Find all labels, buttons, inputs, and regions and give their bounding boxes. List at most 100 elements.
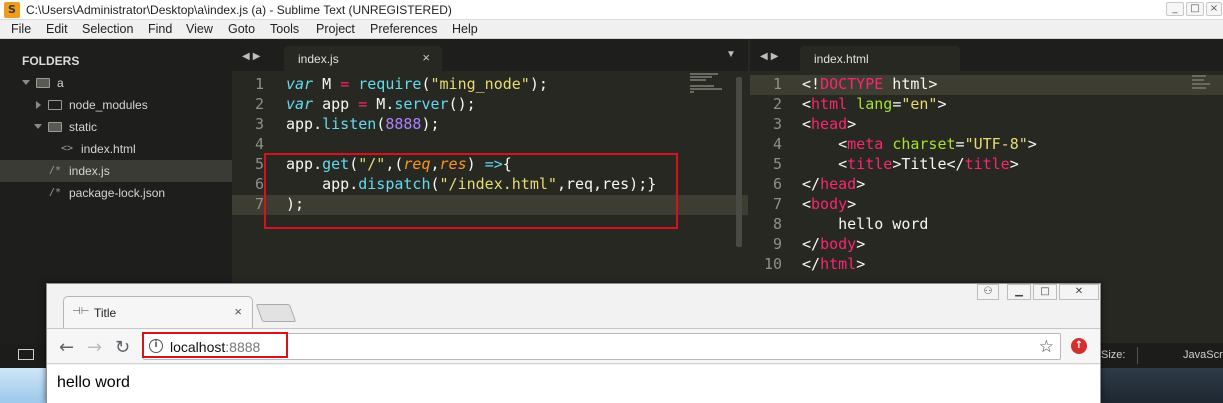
minimap[interactable] (688, 71, 738, 101)
line-number: 2 (772, 95, 782, 113)
forward-arrow-icon[interactable]: → (87, 337, 102, 358)
browser-minimize-button[interactable]: ▁ (1007, 284, 1031, 300)
maximize-button[interactable]: □ (1186, 2, 1204, 16)
sublime-titlebar: S C:\Users\Administrator\Desktop\a\index… (0, 0, 1223, 20)
close-icon[interactable]: × (234, 304, 242, 319)
line-number: 1 (772, 75, 782, 93)
tree-item-package-lock[interactable]: /* package-lock.json (0, 182, 232, 204)
tree-item-label: package-lock.json (69, 186, 166, 200)
page-body-text: hello word (57, 374, 130, 391)
close-button[interactable]: × (1206, 2, 1222, 16)
tree-item-label: node_modules (69, 98, 148, 112)
line-number: 6 (772, 175, 782, 193)
js-file-icon: /* (49, 165, 62, 176)
minimize-button[interactable]: _ (1166, 2, 1184, 16)
sublime-logo-icon: S (4, 2, 20, 18)
browser-tab-title[interactable]: ⊣⊢ Title × (63, 296, 253, 328)
line-number: 5 (254, 155, 264, 173)
status-divider (1137, 347, 1138, 364)
line-number: 1 (254, 75, 264, 93)
html-file-icon: <> (61, 143, 74, 154)
menu-view[interactable]: View (186, 22, 213, 36)
html-line-4: <meta charset="UTF-8"> (802, 135, 1037, 153)
menu-edit[interactable]: Edit (46, 22, 68, 36)
window-title: C:\Users\Administrator\Desktop\a\index.j… (26, 3, 452, 17)
status-syntax[interactable]: JavaScrip (1183, 349, 1223, 361)
folder-open-icon (36, 78, 50, 88)
back-arrow-icon[interactable]: ← (59, 337, 74, 358)
chevron-down-icon (22, 80, 30, 85)
line-number: 3 (772, 115, 782, 133)
line-number: 9 (772, 235, 782, 253)
tree-item-label: static (69, 120, 98, 134)
html-line-1: <!DOCTYPE html> (802, 75, 938, 93)
line-number: 7 (772, 195, 782, 213)
line-number: 2 (254, 95, 264, 113)
status-bar-right: Size: JavaScrip (1101, 343, 1223, 368)
tab-nav-arrows[interactable]: ◀▶ (760, 51, 781, 62)
new-tab-button[interactable] (255, 304, 297, 322)
tab-nav-arrows[interactable]: ◀▶ (242, 51, 263, 62)
html-line-10: </html> (802, 255, 866, 273)
tree-item-static[interactable]: static (0, 116, 232, 138)
line-number: 8 (772, 215, 782, 233)
extension-icon[interactable]: ↑ (1071, 338, 1087, 354)
minimap-line (1192, 75, 1206, 77)
menu-file[interactable]: File (11, 22, 31, 36)
highlight-box-url (142, 332, 288, 358)
left-tab-strip: ◀▶ index.js × ▼ (232, 39, 748, 71)
highlight-box-code (264, 153, 678, 229)
browser-tab-label: Title (94, 306, 117, 320)
tree-item-root-folder[interactable]: a (0, 72, 232, 94)
browser-page-content: hello word (47, 365, 1100, 403)
code-line-3: app.listen(8888); (286, 115, 440, 133)
html-line-3: <head> (802, 115, 857, 133)
code-line-1: var M = require("ming_node"); (286, 75, 548, 93)
tree-item-index-js[interactable]: /* index.js (0, 160, 232, 182)
tab-label: index.html (814, 52, 869, 66)
panel-toggle-icon[interactable] (18, 349, 34, 360)
minimap-line (1192, 87, 1206, 89)
bookmark-star-icon[interactable]: ☆ (1039, 337, 1054, 357)
close-icon[interactable]: × (422, 50, 430, 65)
minimap[interactable] (1190, 73, 1220, 103)
html-line-7: <body> (802, 195, 857, 213)
menu-selection[interactable]: Selection (82, 22, 133, 36)
code-line-2: var app = M.server(); (286, 95, 476, 113)
minimap-line (690, 79, 706, 81)
html-line-2: <html lang="en"> (802, 95, 947, 113)
right-tab-strip: ◀▶ index.html (750, 39, 1223, 71)
vertical-scrollbar[interactable] (736, 77, 742, 247)
line-number: 7 (254, 195, 264, 213)
html-line-9: </body> (802, 235, 866, 253)
line-number: 6 (254, 175, 264, 193)
menu-preferences[interactable]: Preferences (370, 22, 437, 36)
profile-button[interactable]: ⚇ (977, 284, 999, 300)
browser-maximize-button[interactable]: □ (1033, 284, 1057, 300)
menu-tools[interactable]: Tools (270, 22, 299, 36)
menu-goto[interactable]: Goto (228, 22, 255, 36)
status-bar-left (0, 343, 46, 368)
line-number: 4 (772, 135, 782, 153)
minimap-line (1192, 83, 1210, 85)
line-number: 10 (763, 255, 782, 273)
minimap-line (690, 85, 714, 87)
tree-item-node-modules[interactable]: node_modules (0, 94, 232, 116)
dropdown-arrow-icon[interactable]: ▼ (726, 49, 739, 60)
reload-icon[interactable]: ↻ (115, 337, 130, 358)
tree-item-index-html[interactable]: <> index.html (0, 138, 232, 160)
tab-index-js[interactable]: index.js × (284, 46, 442, 71)
browser-close-button[interactable]: ✕ (1059, 284, 1099, 300)
html-line-6: </head> (802, 175, 866, 193)
minimap-line (690, 76, 712, 78)
tab-index-html[interactable]: index.html (800, 46, 960, 71)
menu-find[interactable]: Find (148, 22, 172, 36)
minimap-line (690, 73, 718, 75)
chevron-right-icon (36, 101, 41, 109)
tree-item-label: index.js (69, 164, 110, 178)
folder-open-icon (48, 122, 62, 132)
menu-help[interactable]: Help (452, 22, 478, 36)
menu-project[interactable]: Project (316, 22, 355, 36)
menu-bar: File Edit Selection Find View Goto Tools… (0, 20, 1223, 39)
desktop-taskbar-right (1101, 368, 1223, 403)
